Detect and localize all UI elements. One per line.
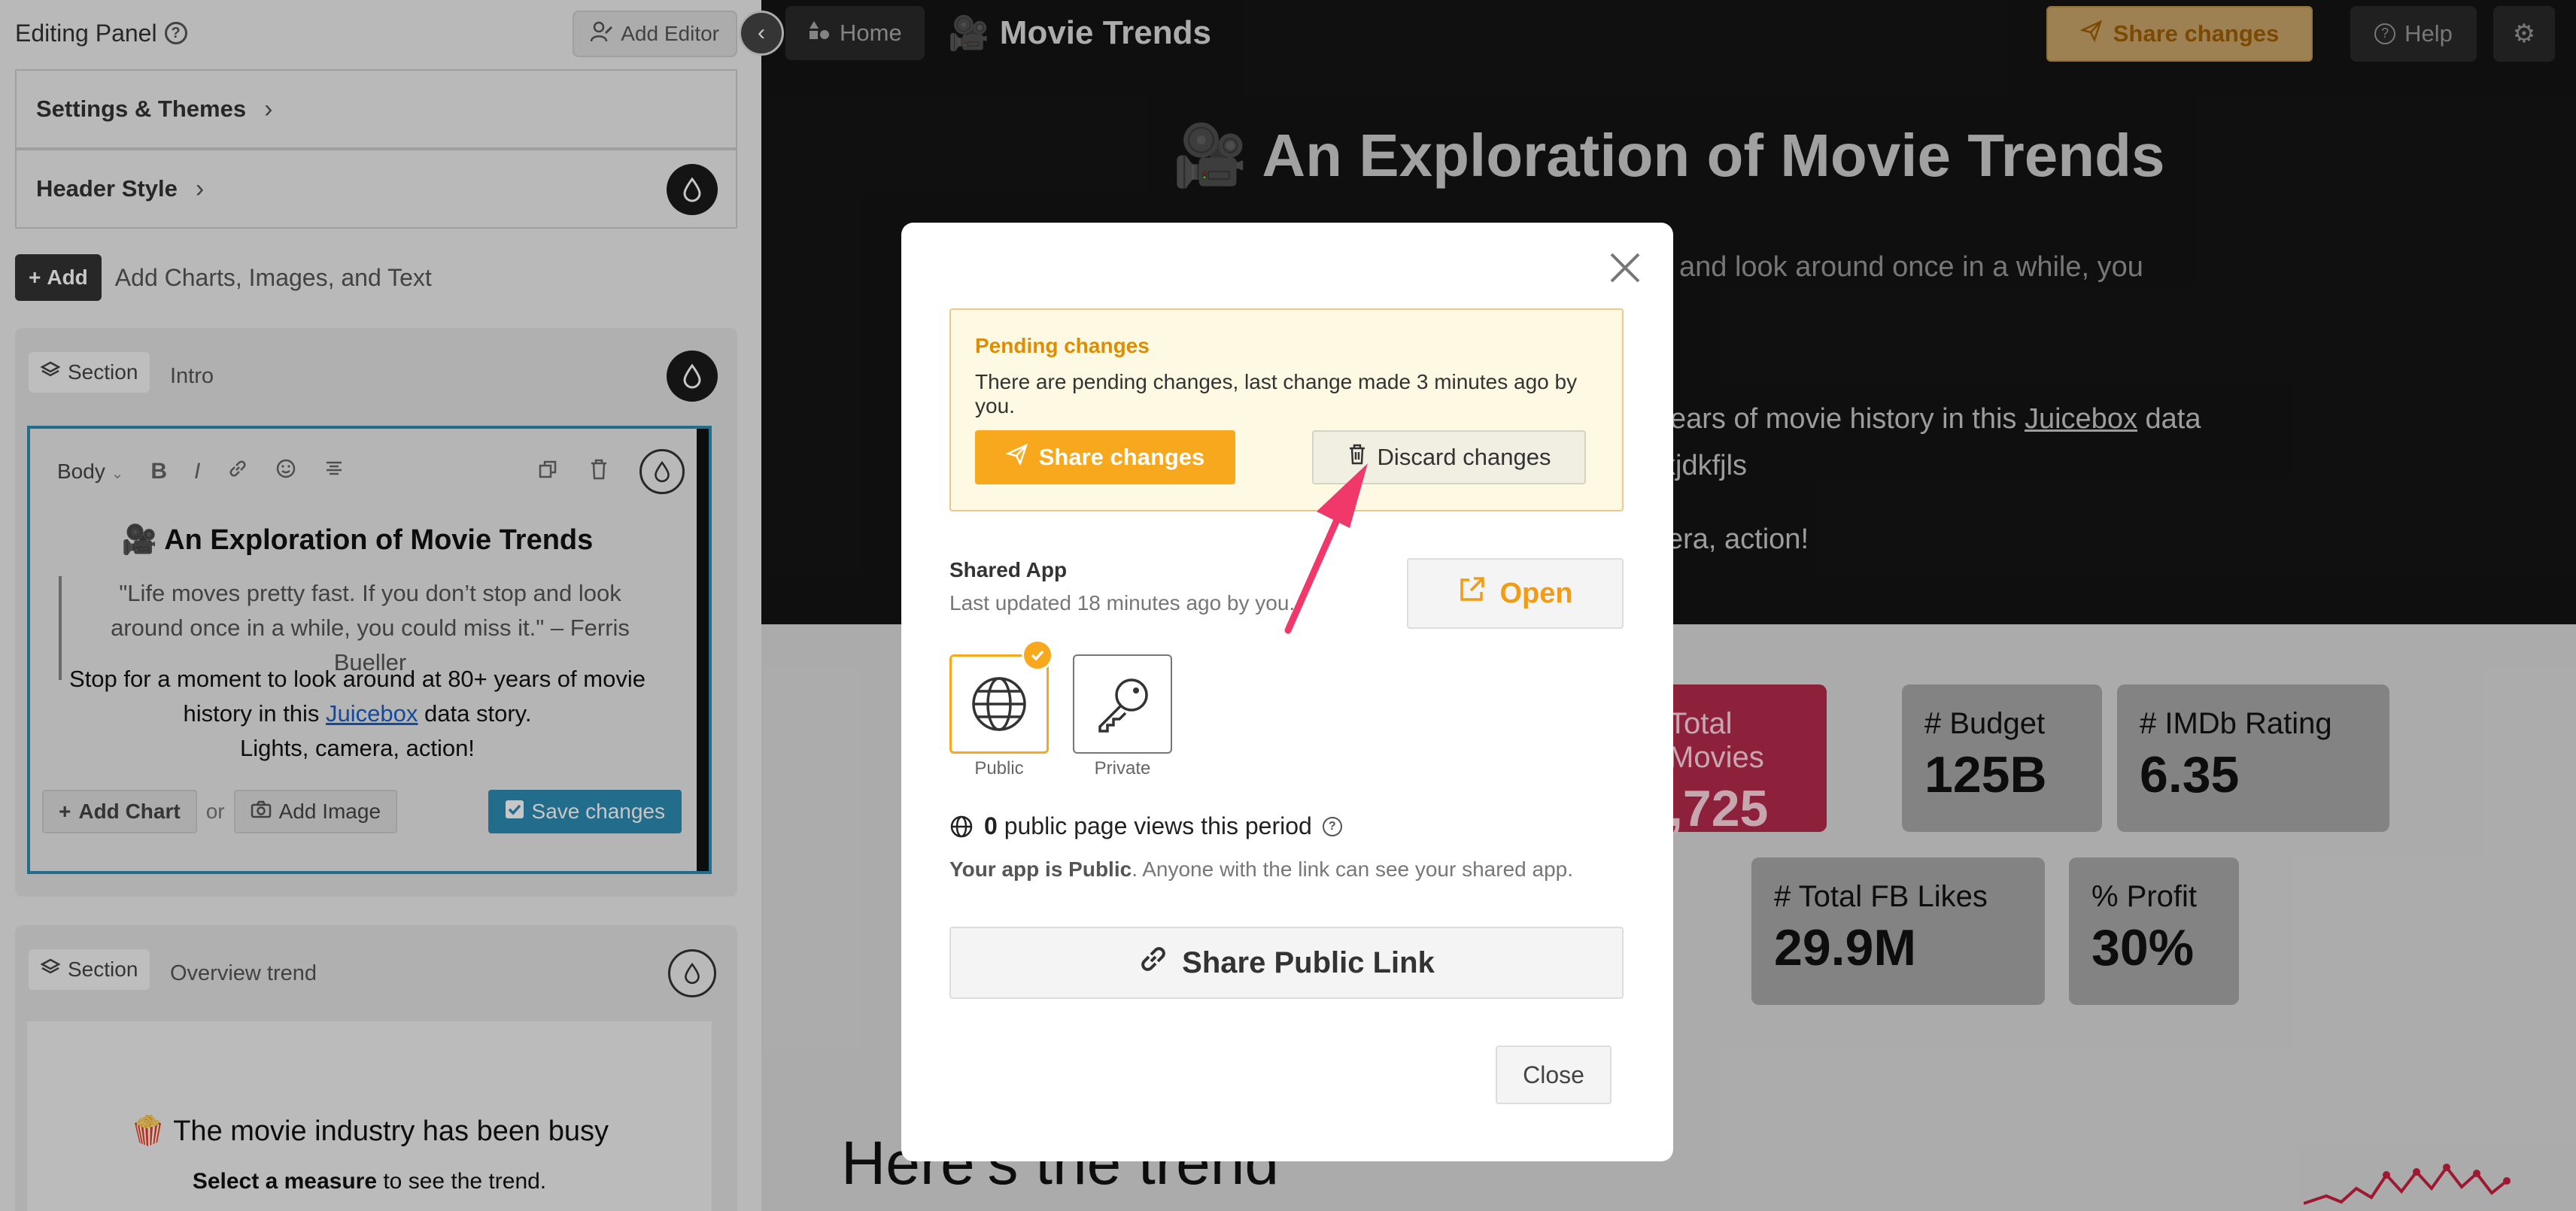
share-public-link-button[interactable]: Share Public Link [949,927,1624,999]
link-icon [1138,944,1168,982]
annotation-arrow [1284,463,1368,634]
shared-app-updated: Last updated 18 minutes ago by you. [949,591,1296,615]
selected-check-icon [1022,639,1053,671]
page-views-text: public page views this period [1004,812,1312,839]
private-option-label: Private [1094,758,1151,778]
public-note-bold: Your app is Public [949,857,1132,881]
close-icon[interactable] [1607,250,1643,286]
paper-plane-icon [1005,443,1028,472]
private-option[interactable] [1073,654,1172,754]
globe-icon [950,815,973,837]
public-option-label: Public [974,758,1024,778]
info-icon[interactable]: ? [1322,816,1342,836]
close-button[interactable]: Close [1496,1046,1612,1104]
open-app-button[interactable]: Open [1407,558,1624,629]
pending-changes-title: Pending changes [975,334,1150,357]
modal-share-changes-button[interactable]: Share changes [975,430,1235,484]
share-modal: Pending changes There are pending change… [901,223,1673,1161]
share-public-link-label: Share Public Link [1182,945,1435,979]
modal-share-changes-label: Share changes [1038,444,1205,470]
shared-app-title: Shared App [949,558,1068,581]
pending-changes-text: There are pending changes, last change m… [975,370,1578,417]
public-note-rest: . Anyone with the link can see your shar… [1132,857,1573,881]
globe-icon [972,677,1026,731]
external-link-icon [1457,575,1486,612]
public-visibility-note: Your app is Public. Anyone with the link… [949,857,1624,882]
open-app-label: Open [1499,577,1573,609]
page-views-row: 0 public page views this period ? [949,812,1342,840]
page-views-count: 0 [984,812,998,839]
discard-changes-label: Discard changes [1377,444,1551,470]
key-icon [1098,678,1148,733]
